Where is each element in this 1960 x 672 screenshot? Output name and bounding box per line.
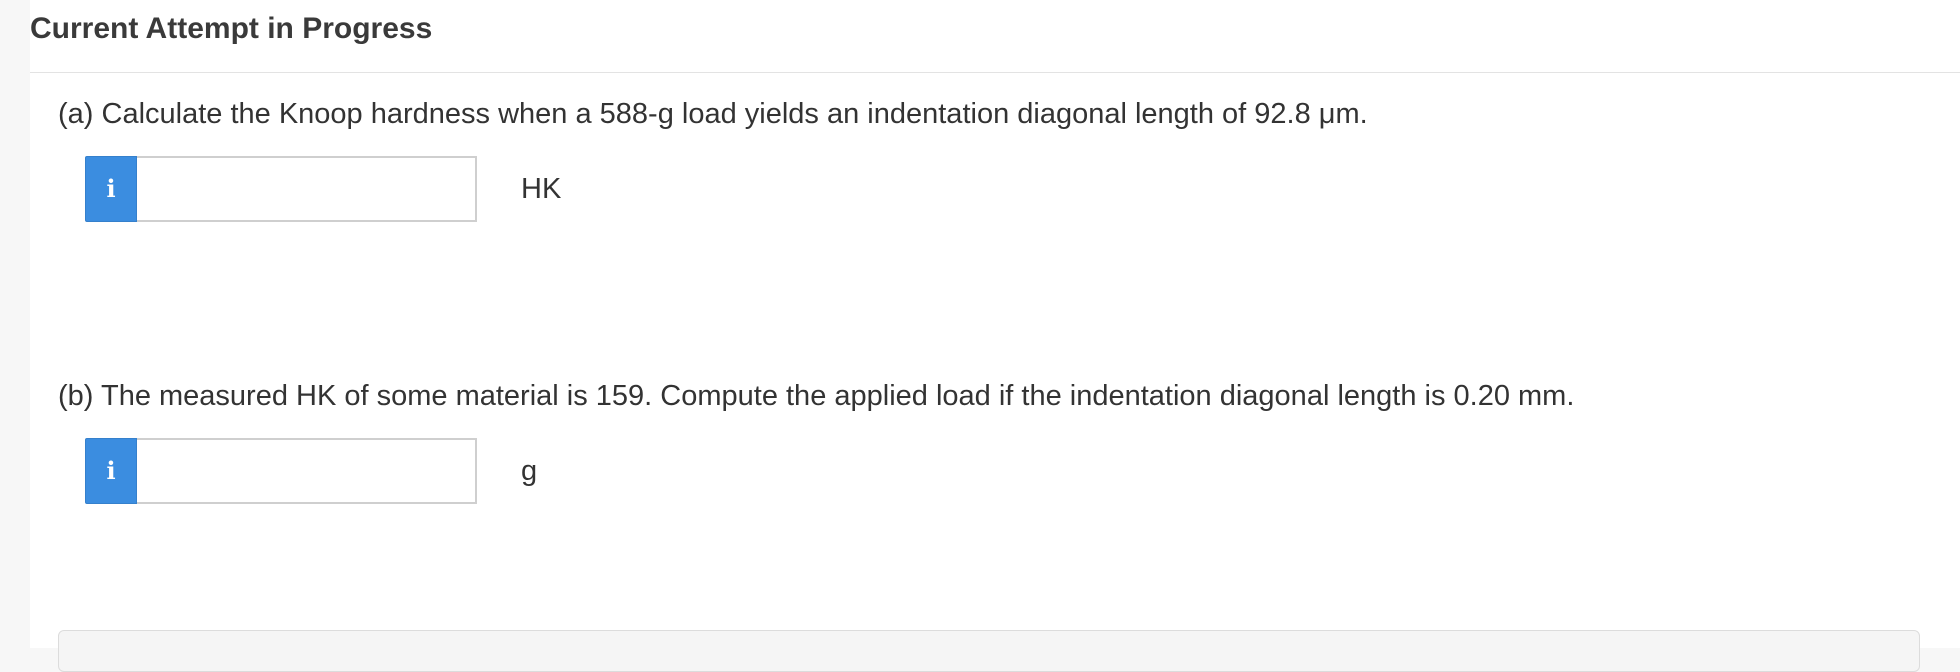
question-card: Current Attempt in Progress (a) Calculat… <box>30 0 1960 672</box>
answer-input-b[interactable] <box>137 438 477 504</box>
info-icon: i <box>106 174 116 203</box>
answer-row-a: i HK <box>85 156 561 222</box>
question-b-prompt: (b) The measured HK of some material is … <box>58 380 1575 412</box>
info-icon: i <box>106 456 116 485</box>
unit-label-a: HK <box>521 172 562 205</box>
title-divider <box>30 72 1960 73</box>
bottom-panel <box>58 630 1920 672</box>
info-button-b[interactable]: i <box>85 438 137 504</box>
info-button-a[interactable]: i <box>85 156 137 222</box>
unit-label-b: g <box>521 454 538 487</box>
page-title: Current Attempt in Progress <box>30 12 433 45</box>
answer-row-b: i g <box>85 438 537 504</box>
question-a-prompt: (a) Calculate the Knoop hardness when a … <box>58 98 1368 130</box>
answer-input-a[interactable] <box>137 156 477 222</box>
